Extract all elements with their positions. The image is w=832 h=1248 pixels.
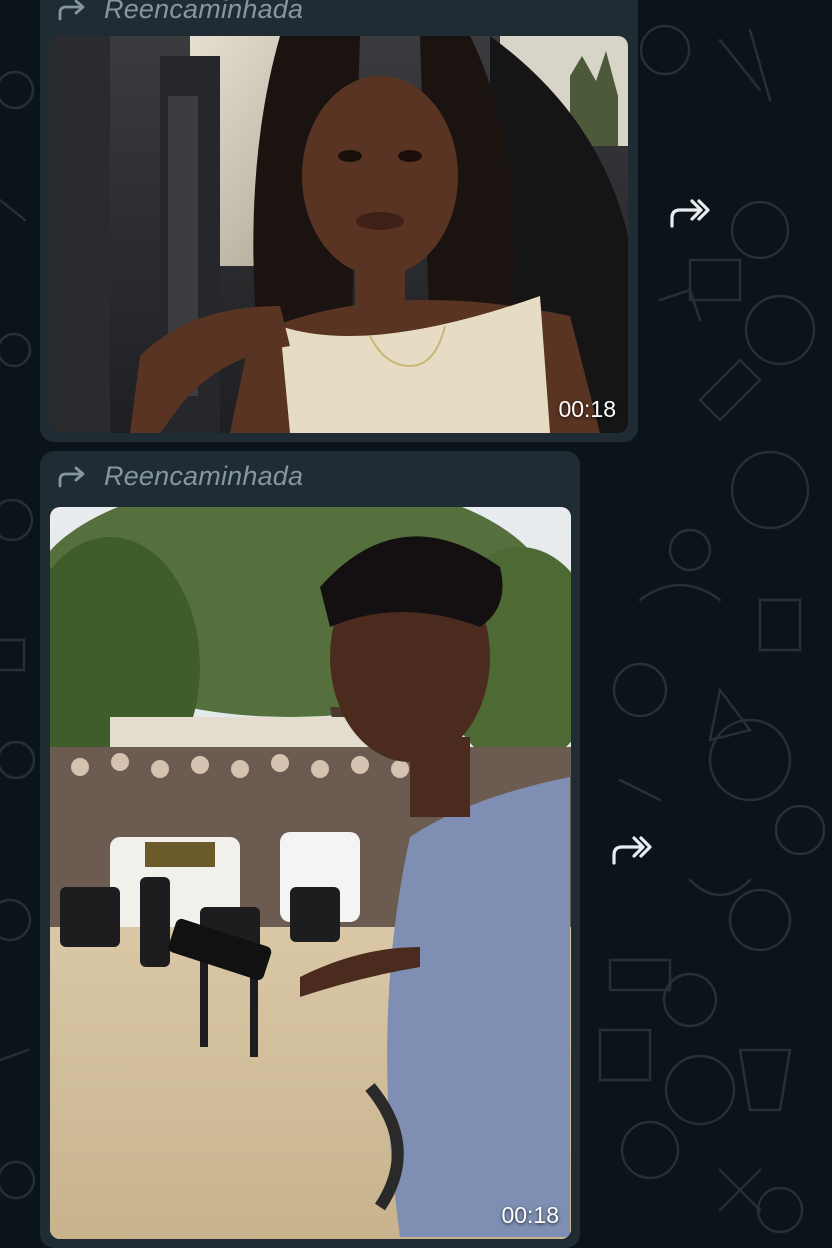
forwarded-arrow-icon: [58, 466, 85, 487]
forward-share-icon: [670, 199, 710, 228]
forward-share-icon: [612, 836, 652, 865]
forwarded-video-message[interactable]: Reencaminhada 00:18: [40, 0, 638, 442]
video-duration: 00:18: [558, 396, 616, 422]
forwarded-label: Reencaminhada: [104, 461, 304, 491]
forward-message-button[interactable]: [609, 827, 655, 873]
forwarded-video-message[interactable]: Reencaminhada 00:18: [40, 451, 580, 1248]
forwarded-header: Reencaminhada: [58, 461, 303, 492]
video-thumbnail[interactable]: 00:18: [50, 507, 571, 1239]
forward-message-button[interactable]: [667, 190, 713, 236]
forwarded-label: Reencaminhada: [104, 0, 304, 24]
video-duration: 00:18: [501, 1202, 559, 1228]
video-preview-image: [50, 36, 628, 433]
video-thumbnail[interactable]: 00:18: [50, 36, 628, 433]
video-preview-image: [50, 507, 571, 1239]
forwarded-header: Reencaminhada: [58, 0, 303, 25]
chat-window[interactable]: Reencaminhada 00:18 Reencaminhada 00:18: [0, 0, 832, 1248]
forwarded-arrow-icon: [58, 0, 85, 20]
